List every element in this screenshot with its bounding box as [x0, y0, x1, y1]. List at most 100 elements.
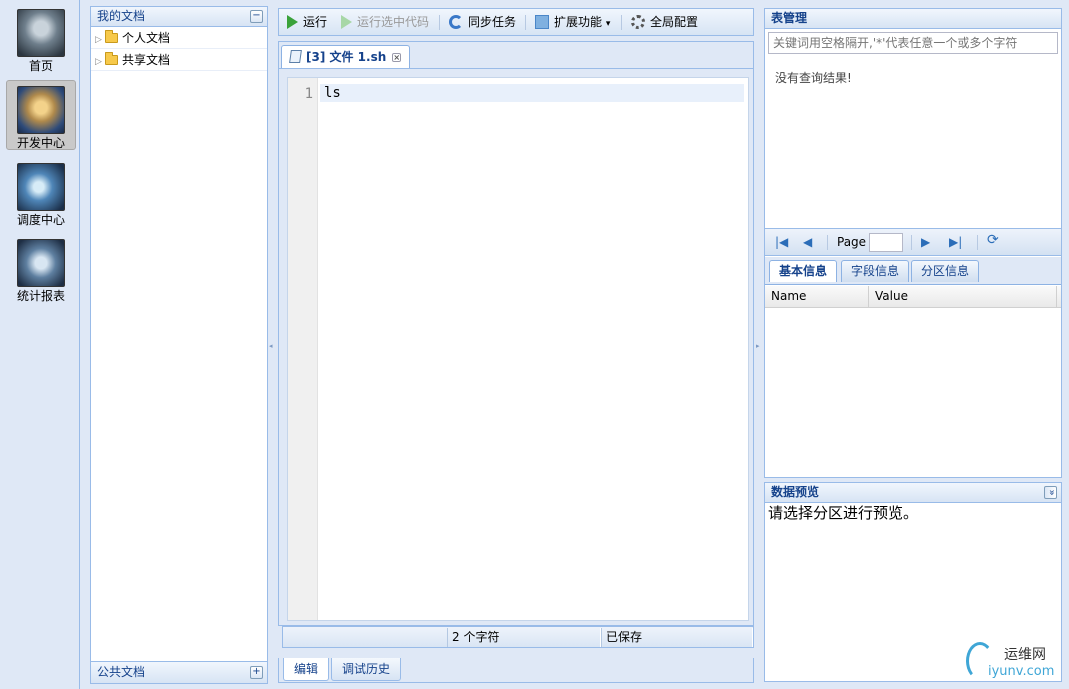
tab-label: [3] 文件 1.sh [306, 50, 387, 64]
extensions-label: 扩展功能 [554, 15, 603, 29]
folder-icon [105, 52, 118, 65]
right-splitter[interactable]: ▸ [755, 0, 763, 689]
nav-home[interactable]: 首页 [6, 4, 76, 74]
grid-col-name[interactable]: Name [765, 286, 869, 308]
dragon-icon [17, 163, 65, 211]
tab-basic-info[interactable]: 基本信息 [769, 260, 838, 282]
extensions-menu-button[interactable]: 扩展功能 ▾ [535, 14, 610, 32]
page-label: Page [837, 235, 867, 249]
line-number: 1 [304, 86, 313, 102]
nav-reports[interactable]: 统计报表 [6, 234, 76, 304]
table-search-input[interactable] [768, 32, 1058, 54]
tree-item-personal-docs[interactable]: ▷ 个人文档 [91, 27, 267, 49]
tree-item-label: 个人文档 [122, 31, 171, 45]
prev-page-icon[interactable]: ◀ [803, 235, 812, 249]
editor-container: 1 ls [278, 68, 754, 626]
pager-separator [827, 235, 828, 250]
tab-edit[interactable]: 编辑 [283, 658, 330, 681]
editor-tab-strip: [3] 文件 1.sh × [278, 41, 754, 69]
run-selected-button[interactable]: 运行选中代码 [341, 14, 429, 32]
expand-arrow-icon[interactable]: ▷ [95, 29, 105, 51]
global-config-label: 全局配置 [650, 15, 699, 29]
data-preview-title: 数据预览 [771, 485, 820, 499]
page-number-input[interactable] [869, 233, 903, 252]
first-page-icon[interactable]: |◀ [775, 235, 788, 249]
collapse-icon[interactable]: − [250, 10, 263, 23]
tab-file-1-sh[interactable]: [3] 文件 1.sh × [281, 45, 411, 69]
collapse-left-icon[interactable]: ◂ [269, 342, 273, 350]
expand-arrow-icon[interactable]: ▷ [95, 51, 105, 73]
table-management-panel: 表管理 没有查询结果! |◀ ◀ Page ▶ ▶| ⟳ 基本信息 字段信息 分… [764, 8, 1062, 478]
editor-toolbar: 运行 运行选中代码 同步任务 扩展功能 ▾ 全局配置 [278, 8, 754, 36]
wolf-avatar-icon [17, 9, 65, 57]
tab-debug-history[interactable]: 调试历史 [331, 658, 402, 681]
toggle-collapse-icon[interactable]: » [1044, 486, 1057, 499]
refresh-icon[interactable]: ⟳ [987, 233, 999, 247]
run-label: 运行 [303, 15, 328, 29]
puzzle-icon [535, 15, 549, 29]
nav-dev-center[interactable]: 开发中心 [6, 80, 76, 150]
nav-reports-label: 统计报表 [16, 289, 65, 303]
folder-icon [105, 30, 118, 43]
next-page-icon[interactable]: ▶ [921, 235, 930, 249]
watermark-text: 运维网 [1004, 647, 1046, 663]
public-docs-title: 公共文档 [97, 665, 146, 679]
play-icon [287, 15, 298, 29]
collapse-right-icon[interactable]: ▸ [756, 342, 760, 350]
last-page-icon[interactable]: ▶| [949, 235, 962, 249]
line-number-gutter: 1 [288, 78, 318, 620]
no-results-text: 没有查询结果! [775, 71, 852, 85]
data-preview-header: 数据预览 » [765, 483, 1061, 503]
code-editor[interactable]: 1 ls [287, 77, 749, 621]
grid-col-value[interactable]: Value [869, 286, 1057, 308]
documents-panel-title: 我的文档 [97, 9, 146, 23]
pager-separator [911, 235, 912, 250]
info-grid-header: Name Value [765, 286, 1061, 308]
tab-partition-info[interactable]: 分区信息 [911, 260, 980, 282]
toolbar-separator [525, 15, 526, 30]
nav-scheduler[interactable]: 调度中心 [6, 158, 76, 228]
search-results: 没有查询结果! [765, 59, 1061, 96]
run-button[interactable]: 运行 [287, 14, 327, 32]
left-splitter[interactable]: ◂ [268, 0, 276, 689]
editor-status-bar: 2 个字符 已保存 [282, 626, 754, 648]
toolbar-separator [439, 15, 440, 30]
run-selected-label: 运行选中代码 [357, 15, 430, 29]
nav-home-label: 首页 [28, 59, 53, 73]
preview-message: 请选择分区进行预览。 [768, 504, 919, 522]
watermark-subtext: iyunv.com [988, 664, 1055, 679]
chevron-down-icon: ▾ [605, 19, 611, 29]
close-icon[interactable]: × [392, 53, 402, 62]
dev-emblem-icon [17, 86, 65, 134]
expand-plus-icon[interactable]: + [250, 666, 263, 679]
documents-panel: 我的文档 − ▷ 个人文档 ▷ 共享文档 公共文档 + [90, 6, 268, 684]
char-count-status: 2 个字符 [447, 628, 601, 647]
table-management-title: 表管理 [771, 11, 808, 25]
toolbar-separator [621, 15, 622, 30]
nav-dev-center-label: 开发中心 [16, 136, 65, 150]
code-line[interactable]: ls [320, 84, 744, 102]
global-config-button[interactable]: 全局配置 [631, 14, 698, 32]
pager-separator [977, 235, 978, 250]
nav-scheduler-label: 调度中心 [16, 213, 65, 227]
sync-icon [449, 15, 463, 29]
sync-task-button[interactable]: 同步任务 [449, 14, 516, 32]
play-icon [341, 15, 352, 29]
public-docs-header[interactable]: 公共文档 + [91, 661, 267, 683]
documents-panel-header: 我的文档 − [91, 7, 267, 27]
tree-item-label: 共享文档 [122, 53, 171, 67]
pagination-toolbar: |◀ ◀ Page ▶ ▶| ⟳ [765, 228, 1061, 256]
sync-task-label: 同步任务 [468, 15, 517, 29]
editor-bottom-tabs: 编辑 调试历史 [278, 658, 754, 683]
table-management-header: 表管理 [765, 9, 1061, 29]
gear-icon [631, 15, 645, 29]
search-bar [765, 29, 1061, 59]
file-icon [289, 50, 302, 63]
tab-field-info[interactable]: 字段信息 [841, 260, 910, 282]
site-watermark: 运维网 iyunv.com [966, 640, 1066, 686]
golem-icon [17, 239, 65, 287]
tree-item-shared-docs[interactable]: ▷ 共享文档 [91, 49, 267, 71]
save-status: 已保存 [601, 628, 753, 647]
table-info-tabs: 基本信息 字段信息 分区信息 [765, 257, 1061, 285]
app-nav-rail: 首页 开发中心 调度中心 统计报表 [0, 0, 80, 689]
